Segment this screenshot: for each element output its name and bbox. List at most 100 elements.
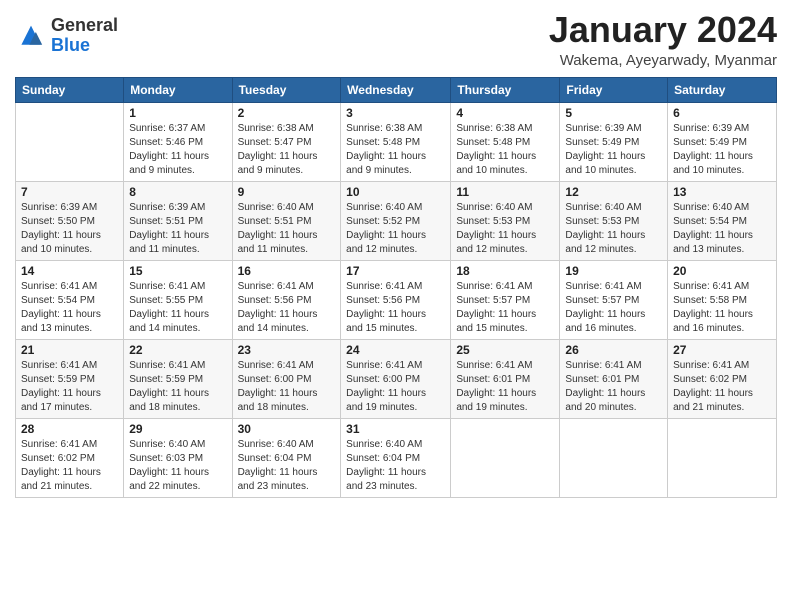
- day-info: Sunrise: 6:41 AMSunset: 5:56 PMDaylight:…: [346, 280, 445, 336]
- day-info: Sunrise: 6:41 AMSunset: 6:01 PMDaylight:…: [565, 359, 662, 415]
- calendar-cell: 7 Sunrise: 6:39 AMSunset: 5:50 PMDaylight…: [16, 181, 124, 260]
- day-info: Sunrise: 6:41 AMSunset: 5:54 PMDaylight:…: [21, 280, 118, 336]
- day-info: Sunrise: 6:41 AMSunset: 6:02 PMDaylight:…: [21, 438, 118, 494]
- calendar-cell: [16, 102, 124, 181]
- day-info: Sunrise: 6:41 AMSunset: 5:57 PMDaylight:…: [565, 280, 662, 336]
- day-number: 6: [673, 106, 771, 120]
- day-info: Sunrise: 6:40 AMSunset: 5:52 PMDaylight:…: [346, 201, 445, 257]
- day-info: Sunrise: 6:39 AMSunset: 5:49 PMDaylight:…: [673, 122, 771, 178]
- week-row-2: 7 Sunrise: 6:39 AMSunset: 5:50 PMDaylight…: [16, 181, 777, 260]
- day-info: Sunrise: 6:41 AMSunset: 5:59 PMDaylight:…: [129, 359, 226, 415]
- calendar-cell: 31 Sunrise: 6:40 AMSunset: 6:04 PMDayligh…: [341, 418, 451, 497]
- calendar-table: SundayMondayTuesdayWednesdayThursdayFrid…: [15, 77, 777, 498]
- logo-text: General Blue: [51, 16, 118, 56]
- weekday-header-friday: Friday: [560, 77, 668, 102]
- day-number: 10: [346, 185, 445, 199]
- day-number: 23: [238, 343, 336, 357]
- day-info: Sunrise: 6:39 AMSunset: 5:50 PMDaylight:…: [21, 201, 118, 257]
- day-number: 9: [238, 185, 336, 199]
- day-number: 14: [21, 264, 118, 278]
- day-info: Sunrise: 6:39 AMSunset: 5:49 PMDaylight:…: [565, 122, 662, 178]
- logo-general: General: [51, 16, 118, 36]
- weekday-header-wednesday: Wednesday: [341, 77, 451, 102]
- calendar-cell: 26Sunrise: 6:41 AMSunset: 6:01 PMDayligh…: [560, 339, 668, 418]
- day-number: 27: [673, 343, 771, 357]
- day-number: 31: [346, 422, 445, 436]
- calendar-cell: 27 Sunrise: 6:41 AMSunset: 6:02 PMDayligh…: [668, 339, 777, 418]
- calendar-cell: 3Sunrise: 6:38 AMSunset: 5:48 PMDaylight…: [341, 102, 451, 181]
- logo: General Blue: [15, 16, 118, 56]
- day-number: 22: [129, 343, 226, 357]
- calendar-cell: 24 Sunrise: 6:41 AMSunset: 6:00 PMDayligh…: [341, 339, 451, 418]
- calendar-cell: 18 Sunrise: 6:41 AMSunset: 5:57 PMDayligh…: [451, 260, 560, 339]
- logo-blue: Blue: [51, 36, 118, 56]
- title-block: January 2024 Wakema, Ayeyarwady, Myanmar: [549, 10, 777, 69]
- day-number: 2: [238, 106, 336, 120]
- day-number: 28: [21, 422, 118, 436]
- day-number: 5: [565, 106, 662, 120]
- calendar-cell: 5 Sunrise: 6:39 AMSunset: 5:49 PMDaylight…: [560, 102, 668, 181]
- calendar-cell: 6 Sunrise: 6:39 AMSunset: 5:49 PMDaylight…: [668, 102, 777, 181]
- day-number: 17: [346, 264, 445, 278]
- calendar-cell: 21Sunrise: 6:41 AMSunset: 5:59 PMDayligh…: [16, 339, 124, 418]
- calendar-cell: 22 Sunrise: 6:41 AMSunset: 5:59 PMDayligh…: [124, 339, 232, 418]
- calendar-cell: 30Sunrise: 6:40 AMSunset: 6:04 PMDayligh…: [232, 418, 341, 497]
- calendar-cell: 25 Sunrise: 6:41 AMSunset: 6:01 PMDayligh…: [451, 339, 560, 418]
- day-number: 12: [565, 185, 662, 199]
- calendar-cell: 12 Sunrise: 6:40 AMSunset: 5:53 PMDayligh…: [560, 181, 668, 260]
- day-info: Sunrise: 6:40 AMSunset: 6:04 PMDaylight:…: [238, 438, 336, 494]
- weekday-header-monday: Monday: [124, 77, 232, 102]
- location-subtitle: Wakema, Ayeyarwady, Myanmar: [549, 52, 777, 69]
- calendar-cell: 20Sunrise: 6:41 AMSunset: 5:58 PMDayligh…: [668, 260, 777, 339]
- day-info: Sunrise: 6:40 AMSunset: 5:51 PMDaylight:…: [238, 201, 336, 257]
- day-info: Sunrise: 6:39 AMSunset: 5:51 PMDaylight:…: [129, 201, 226, 257]
- calendar-cell: 2 Sunrise: 6:38 AMSunset: 5:47 PMDaylight…: [232, 102, 341, 181]
- day-number: 20: [673, 264, 771, 278]
- day-info: Sunrise: 6:41 AMSunset: 5:57 PMDaylight:…: [456, 280, 554, 336]
- day-info: Sunrise: 6:41 AMSunset: 6:02 PMDaylight:…: [673, 359, 771, 415]
- day-info: Sunrise: 6:40 AMSunset: 5:53 PMDaylight:…: [456, 201, 554, 257]
- day-number: 11: [456, 185, 554, 199]
- day-info: Sunrise: 6:41 AMSunset: 5:56 PMDaylight:…: [238, 280, 336, 336]
- calendar-cell: 8 Sunrise: 6:39 AMSunset: 5:51 PMDaylight…: [124, 181, 232, 260]
- weekday-header-tuesday: Tuesday: [232, 77, 341, 102]
- calendar-cell: 10 Sunrise: 6:40 AMSunset: 5:52 PMDayligh…: [341, 181, 451, 260]
- day-number: 18: [456, 264, 554, 278]
- day-number: 24: [346, 343, 445, 357]
- weekday-header-thursday: Thursday: [451, 77, 560, 102]
- calendar-cell: 17 Sunrise: 6:41 AMSunset: 5:56 PMDayligh…: [341, 260, 451, 339]
- page-header: General Blue January 2024 Wakema, Ayeyar…: [15, 10, 777, 69]
- day-number: 8: [129, 185, 226, 199]
- week-row-3: 14 Sunrise: 6:41 AMSunset: 5:54 PMDayligh…: [16, 260, 777, 339]
- calendar-cell: 19 Sunrise: 6:41 AMSunset: 5:57 PMDayligh…: [560, 260, 668, 339]
- day-number: 25: [456, 343, 554, 357]
- day-info: Sunrise: 6:41 AMSunset: 5:59 PMDaylight:…: [21, 359, 118, 415]
- day-info: Sunrise: 6:40 AMSunset: 5:53 PMDaylight:…: [565, 201, 662, 257]
- calendar-cell: 14 Sunrise: 6:41 AMSunset: 5:54 PMDayligh…: [16, 260, 124, 339]
- weekday-header-saturday: Saturday: [668, 77, 777, 102]
- calendar-cell: 29Sunrise: 6:40 AMSunset: 6:03 PMDayligh…: [124, 418, 232, 497]
- day-info: Sunrise: 6:41 AMSunset: 6:00 PMDaylight:…: [346, 359, 445, 415]
- calendar-cell: 1Sunrise: 6:37 AMSunset: 5:46 PMDaylight…: [124, 102, 232, 181]
- calendar-cell: [668, 418, 777, 497]
- day-info: Sunrise: 6:41 AMSunset: 6:00 PMDaylight:…: [238, 359, 336, 415]
- calendar-cell: 15Sunrise: 6:41 AMSunset: 5:55 PMDayligh…: [124, 260, 232, 339]
- calendar-cell: 28 Sunrise: 6:41 AMSunset: 6:02 PMDayligh…: [16, 418, 124, 497]
- calendar-cell: [560, 418, 668, 497]
- day-number: 19: [565, 264, 662, 278]
- day-number: 29: [129, 422, 226, 436]
- weekday-header-sunday: Sunday: [16, 77, 124, 102]
- day-info: Sunrise: 6:37 AMSunset: 5:46 PMDaylight:…: [129, 122, 226, 178]
- calendar-cell: 16Sunrise: 6:41 AMSunset: 5:56 PMDayligh…: [232, 260, 341, 339]
- day-info: Sunrise: 6:40 AMSunset: 6:04 PMDaylight:…: [346, 438, 445, 494]
- logo-icon: [15, 22, 47, 50]
- calendar-cell: 23 Sunrise: 6:41 AMSunset: 6:00 PMDayligh…: [232, 339, 341, 418]
- day-info: Sunrise: 6:41 AMSunset: 6:01 PMDaylight:…: [456, 359, 554, 415]
- week-row-5: 28 Sunrise: 6:41 AMSunset: 6:02 PMDayligh…: [16, 418, 777, 497]
- day-info: Sunrise: 6:40 AMSunset: 5:54 PMDaylight:…: [673, 201, 771, 257]
- calendar-cell: [451, 418, 560, 497]
- day-number: 7: [21, 185, 118, 199]
- weekday-header-row: SundayMondayTuesdayWednesdayThursdayFrid…: [16, 77, 777, 102]
- day-number: 13: [673, 185, 771, 199]
- day-info: Sunrise: 6:38 AMSunset: 5:47 PMDaylight:…: [238, 122, 336, 178]
